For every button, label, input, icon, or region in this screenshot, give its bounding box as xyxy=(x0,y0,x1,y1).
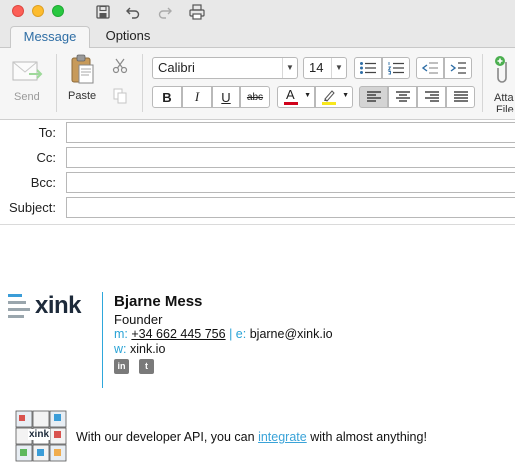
to-label: To: xyxy=(38,125,56,140)
attach-label-line2: File xyxy=(496,104,514,112)
send-button[interactable]: Send xyxy=(8,54,48,104)
signature-name: Bjarne Mess xyxy=(114,293,203,310)
to-field[interactable] xyxy=(66,122,515,143)
font-size-select[interactable]: 14 ▼ xyxy=(303,57,347,79)
contact-separator: | xyxy=(229,327,233,341)
underline-glyph: U xyxy=(221,89,231,105)
outdent-icon xyxy=(421,62,438,74)
font-color-icon: A xyxy=(286,87,295,102)
bcc-label: Bcc: xyxy=(30,175,56,190)
subject-row: Subject: xyxy=(0,196,515,220)
mobile-label: m: xyxy=(114,327,128,341)
to-row: To: xyxy=(0,121,515,145)
font-size-value: 14 xyxy=(309,60,324,75)
font-family-select[interactable]: Calibri ▼ xyxy=(152,57,298,79)
send-label: Send xyxy=(14,91,40,103)
paste-label: Paste xyxy=(68,90,97,102)
cc-field[interactable] xyxy=(66,147,515,168)
paste-button[interactable]: Paste xyxy=(64,52,104,104)
bulleted-list-button[interactable] xyxy=(354,57,382,79)
close-window-button[interactable] xyxy=(12,5,24,17)
font-color-button[interactable]: A ▼ xyxy=(277,86,315,108)
font-color-swatch xyxy=(284,102,298,105)
minimize-window-button[interactable] xyxy=(32,5,44,17)
justify-icon xyxy=(453,91,468,102)
subject-field[interactable] xyxy=(66,197,515,218)
strikethrough-glyph: abc xyxy=(246,91,264,103)
align-center-icon xyxy=(395,91,410,102)
web-label: w: xyxy=(114,342,127,356)
attach-label-line1: Atta xyxy=(494,92,514,104)
align-left-button[interactable] xyxy=(359,86,388,108)
print-icon[interactable] xyxy=(188,3,206,21)
email-link[interactable]: bjarne@xink.io xyxy=(250,327,333,341)
chevron-down-icon: ▼ xyxy=(304,92,311,99)
message-body[interactable] xyxy=(0,225,515,464)
decrease-indent-button[interactable] xyxy=(416,57,444,79)
copy-icon[interactable] xyxy=(112,88,128,104)
cc-row: Cc: xyxy=(0,146,515,170)
subject-label: Subject: xyxy=(9,200,56,215)
paperclip-icon xyxy=(495,56,507,83)
numbered-list-icon xyxy=(387,62,404,75)
strikethrough-button[interactable]: abc xyxy=(240,86,270,108)
indent-icon xyxy=(450,62,466,74)
attach-file-button[interactable]: Atta File xyxy=(490,52,515,112)
chevron-down-icon: ▼ xyxy=(331,58,346,78)
title-bar xyxy=(0,0,515,24)
zoom-window-button[interactable] xyxy=(52,5,64,17)
increase-indent-button[interactable] xyxy=(444,57,472,79)
cut-icon[interactable] xyxy=(112,58,128,74)
align-right-button[interactable] xyxy=(417,86,446,108)
align-left-icon xyxy=(366,91,381,102)
xink-cube-graphic: xink xyxy=(14,409,70,464)
italic-glyph: I xyxy=(194,89,200,104)
signature-web-line: w: xink.io xyxy=(114,342,165,356)
ribbon: Send Paste Calibri ▼ 14 ▼ B I U abc A ▼ … xyxy=(0,48,515,120)
linkedin-icon[interactable]: in xyxy=(114,359,129,374)
cc-label: Cc: xyxy=(36,150,57,165)
clipboard-icon xyxy=(71,54,94,84)
promo-text-after: with almost anything! xyxy=(310,430,427,444)
bold-button[interactable]: B xyxy=(152,86,182,108)
signature-title: Founder xyxy=(114,312,163,327)
redo-icon[interactable] xyxy=(156,3,174,21)
website-link[interactable]: xink.io xyxy=(130,342,165,356)
justify-button[interactable] xyxy=(446,86,475,108)
numbered-list-button[interactable] xyxy=(382,57,410,79)
tab-options[interactable]: Options xyxy=(96,26,160,48)
bold-glyph: B xyxy=(162,89,172,105)
chevron-down-icon: ▼ xyxy=(282,58,297,78)
chevron-down-icon: ▼ xyxy=(342,92,349,99)
xink-logo-mark xyxy=(8,294,30,318)
ribbon-tab-bar: Message Options xyxy=(0,24,515,49)
save-icon[interactable] xyxy=(94,3,112,21)
highlighter-icon xyxy=(324,90,335,102)
undo-icon[interactable] xyxy=(124,3,142,21)
integrate-link[interactable]: integrate xyxy=(258,430,307,444)
align-right-icon xyxy=(424,91,439,102)
twitter-icon[interactable]: t xyxy=(139,359,154,374)
signature-contact-line: m: +34 662 445 756 | e: bjarne@xink.io xyxy=(114,327,333,341)
promo-text-before: With our developer API, you can xyxy=(76,430,255,444)
bcc-field[interactable] xyxy=(66,172,515,193)
email-label: e: xyxy=(235,327,247,341)
tab-message[interactable]: Message xyxy=(10,26,90,49)
cube-label: xink xyxy=(28,429,51,440)
xink-logo: xink xyxy=(8,292,93,319)
promo-text: With our developer API, you can integrat… xyxy=(76,430,427,444)
signature-divider xyxy=(102,292,103,388)
phone-link[interactable]: +34 662 445 756 xyxy=(131,327,225,341)
xink-logo-text: xink xyxy=(35,292,82,319)
font-family-value: Calibri xyxy=(158,60,195,75)
send-icon xyxy=(12,61,43,81)
highlight-swatch xyxy=(322,102,336,105)
underline-button[interactable]: U xyxy=(212,86,240,108)
bcc-row: Bcc: xyxy=(0,171,515,195)
italic-button[interactable]: I xyxy=(182,86,212,108)
align-center-button[interactable] xyxy=(388,86,417,108)
highlight-color-button[interactable]: ▼ xyxy=(315,86,353,108)
bullet-list-icon xyxy=(360,62,376,74)
